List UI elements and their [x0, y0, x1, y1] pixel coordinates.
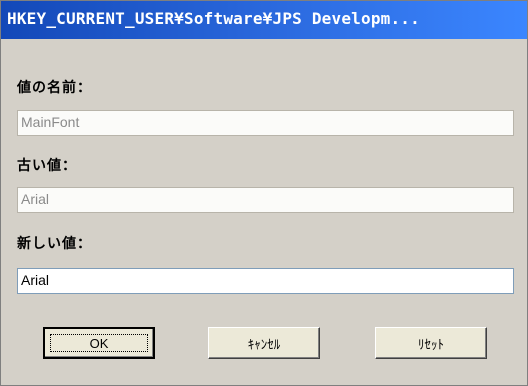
- window-title: HKEY_CURRENT_USER¥Software¥JPS Developm.…: [7, 9, 420, 28]
- ok-button[interactable]: OK: [43, 327, 155, 359]
- value-name-field: MainFont: [17, 110, 514, 136]
- old-value-field: Arial: [17, 187, 514, 213]
- reset-button[interactable]: ﾘｾｯﾄ: [375, 327, 487, 359]
- title-bar[interactable]: HKEY_CURRENT_USER¥Software¥JPS Developm.…: [1, 1, 527, 39]
- cancel-button[interactable]: ｷｬﾝｾﾙ: [208, 327, 320, 359]
- new-value-input[interactable]: Arial: [17, 268, 514, 294]
- value-name-label: 値の名前：: [17, 80, 92, 96]
- edit-value-dialog: HKEY_CURRENT_USER¥Software¥JPS Developm.…: [0, 0, 528, 386]
- reset-label: ﾘｾｯﾄ: [418, 336, 444, 352]
- focus-rect: [50, 334, 148, 352]
- old-value-label: 古い値：: [17, 158, 77, 174]
- cancel-label: ｷｬﾝｾﾙ: [247, 336, 281, 352]
- new-value-label: 新しい値：: [17, 236, 92, 252]
